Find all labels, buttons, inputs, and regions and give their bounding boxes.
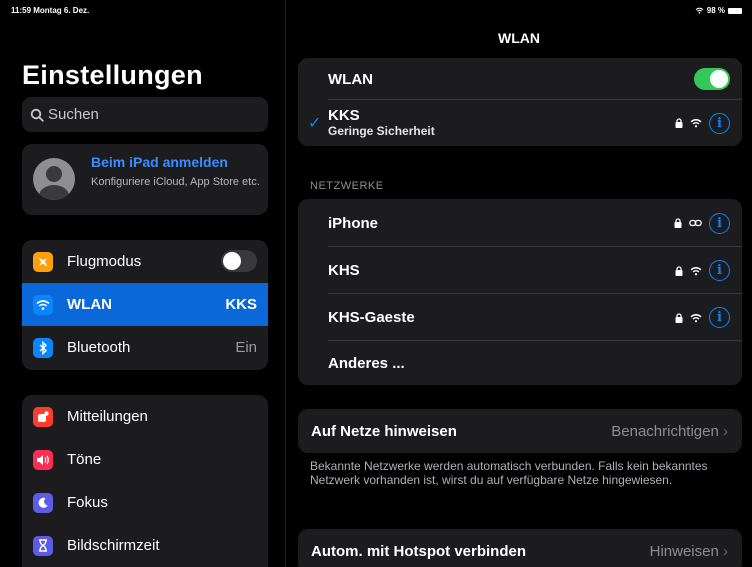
wifi-icon bbox=[690, 266, 702, 275]
search-field[interactable]: Suchen bbox=[22, 97, 268, 132]
network-row[interactable]: KHS-Gaeste i bbox=[298, 294, 742, 341]
auto-hotspot-label: Autom. mit Hotspot verbinden bbox=[311, 542, 526, 560]
networks-section-header: NETZWERKE bbox=[310, 180, 384, 192]
moon-icon bbox=[33, 492, 53, 513]
sidebar-item-label: Flugmodus bbox=[67, 253, 142, 270]
lock-icon bbox=[674, 218, 682, 228]
ask-join-group: Auf Netze hinweisen Benachrichtigen › bbox=[298, 409, 742, 453]
sidebar-item-label: Töne bbox=[67, 451, 102, 468]
sidebar-item-label: Fokus bbox=[67, 494, 108, 511]
avatar bbox=[33, 158, 75, 200]
sidebar-item-label: WLAN bbox=[67, 296, 112, 313]
sidebar-item-mitteilungen[interactable]: Mitteilungen bbox=[22, 395, 268, 438]
wifi-icon bbox=[33, 294, 53, 315]
lock-icon bbox=[675, 312, 683, 323]
sidebar-item-bluetooth[interactable]: Bluetooth Ein bbox=[22, 326, 268, 369]
ask-join-value: Benachrichtigen bbox=[611, 422, 719, 440]
wifi-main-group: WLAN ✓ KKS Geringe Sicherheit i bbox=[298, 58, 742, 146]
lock-icon bbox=[675, 118, 683, 128]
info-button[interactable]: i bbox=[709, 212, 730, 234]
status-bar: 11:59 Montag 6. Dez. 98 % bbox=[0, 0, 752, 18]
network-row[interactable]: KHS i bbox=[298, 247, 742, 294]
battery-percent: 98 % bbox=[706, 6, 725, 15]
account-signin-title: Beim iPad anmelden bbox=[91, 154, 228, 170]
wifi-icon bbox=[690, 119, 702, 128]
sidebar: Einstellungen Suchen Beim iPad anmelden … bbox=[0, 0, 285, 567]
hourglass-icon bbox=[33, 535, 53, 556]
bluetooth-icon bbox=[33, 337, 53, 358]
network-row[interactable]: iPhone i bbox=[298, 199, 742, 247]
detail-pane: WLAN WLAN ✓ KKS Geringe Sicherheit i NET… bbox=[286, 0, 752, 567]
wifi-toggle[interactable] bbox=[694, 68, 730, 90]
search-icon bbox=[30, 108, 44, 122]
hotspot-link-icon bbox=[689, 219, 702, 227]
sidebar-item-value: Ein bbox=[235, 339, 257, 356]
sidebar-item-label: Bildschirmzeit bbox=[67, 537, 160, 554]
wifi-icon bbox=[690, 313, 702, 322]
account-signin-card[interactable]: Beim iPad anmelden Konfiguriere iCloud, … bbox=[22, 144, 268, 215]
sidebar-item-label: Mitteilungen bbox=[67, 408, 148, 425]
wifi-status-icon bbox=[695, 7, 704, 14]
sidebar-title: Einstellungen bbox=[22, 60, 203, 90]
current-network-name: KKS bbox=[328, 107, 360, 124]
lock-icon bbox=[675, 265, 683, 276]
status-time: 11:59 Montag 6. Dez. bbox=[11, 6, 90, 15]
notifications-icon bbox=[33, 406, 53, 427]
auto-hotspot-value: Hinweisen bbox=[649, 542, 719, 560]
auto-hotspot-row[interactable]: Autom. mit Hotspot verbinden Hinweisen › bbox=[298, 529, 742, 567]
sound-icon bbox=[33, 449, 53, 470]
sidebar-group-notifications: Mitteilungen Töne Fokus Bildschirmzeit bbox=[22, 395, 268, 567]
info-button[interactable]: i bbox=[709, 260, 730, 281]
chevron-right-icon: › bbox=[723, 542, 728, 560]
sidebar-item-wlan[interactable]: WLAN KKS bbox=[22, 283, 268, 326]
network-name: KHS bbox=[328, 262, 360, 279]
wifi-toggle-row: WLAN bbox=[298, 58, 742, 100]
page-title: WLAN bbox=[498, 30, 540, 46]
chevron-right-icon: › bbox=[723, 422, 728, 440]
sidebar-group-connectivity: Flugmodus WLAN KKS Bluetooth Ein bbox=[22, 240, 268, 370]
other-network-row[interactable]: Anderes ... bbox=[298, 341, 742, 385]
account-signin-subtitle: Konfiguriere iCloud, App Store etc. bbox=[91, 176, 260, 188]
current-network-security: Geringe Sicherheit bbox=[328, 124, 435, 138]
battery-icon bbox=[728, 7, 742, 14]
airplane-mode-toggle[interactable] bbox=[221, 250, 257, 272]
ask-join-label: Auf Netze hinweisen bbox=[311, 422, 457, 440]
sidebar-item-fokus[interactable]: Fokus bbox=[22, 481, 268, 524]
other-network-label: Anderes ... bbox=[328, 354, 405, 372]
ask-join-row[interactable]: Auf Netze hinweisen Benachrichtigen › bbox=[298, 409, 742, 453]
info-button[interactable]: i bbox=[709, 307, 730, 328]
wifi-toggle-label: WLAN bbox=[328, 70, 373, 88]
hotspot-group: Autom. mit Hotspot verbinden Hinweisen › bbox=[298, 529, 742, 567]
sidebar-item-flugmodus[interactable]: Flugmodus bbox=[22, 240, 268, 283]
sidebar-item-label: Bluetooth bbox=[67, 339, 131, 356]
network-name: iPhone bbox=[328, 214, 379, 232]
search-placeholder: Suchen bbox=[48, 106, 99, 123]
sidebar-item-value: KKS bbox=[225, 296, 257, 313]
sidebar-item-toene[interactable]: Töne bbox=[22, 438, 268, 481]
ask-join-footnote: Bekannte Netzwerke werden automatisch ve… bbox=[310, 459, 708, 487]
sidebar-item-bildschirmzeit[interactable]: Bildschirmzeit bbox=[22, 524, 268, 567]
info-button[interactable]: i bbox=[709, 112, 730, 134]
current-network-row[interactable]: ✓ KKS Geringe Sicherheit i bbox=[298, 100, 742, 146]
airplane-icon bbox=[33, 251, 53, 272]
networks-group: iPhone i KHS i KHS-Gaeste i Anderes ... bbox=[298, 199, 742, 385]
checkmark-icon: ✓ bbox=[308, 115, 322, 132]
network-name: KHS-Gaeste bbox=[328, 309, 415, 326]
